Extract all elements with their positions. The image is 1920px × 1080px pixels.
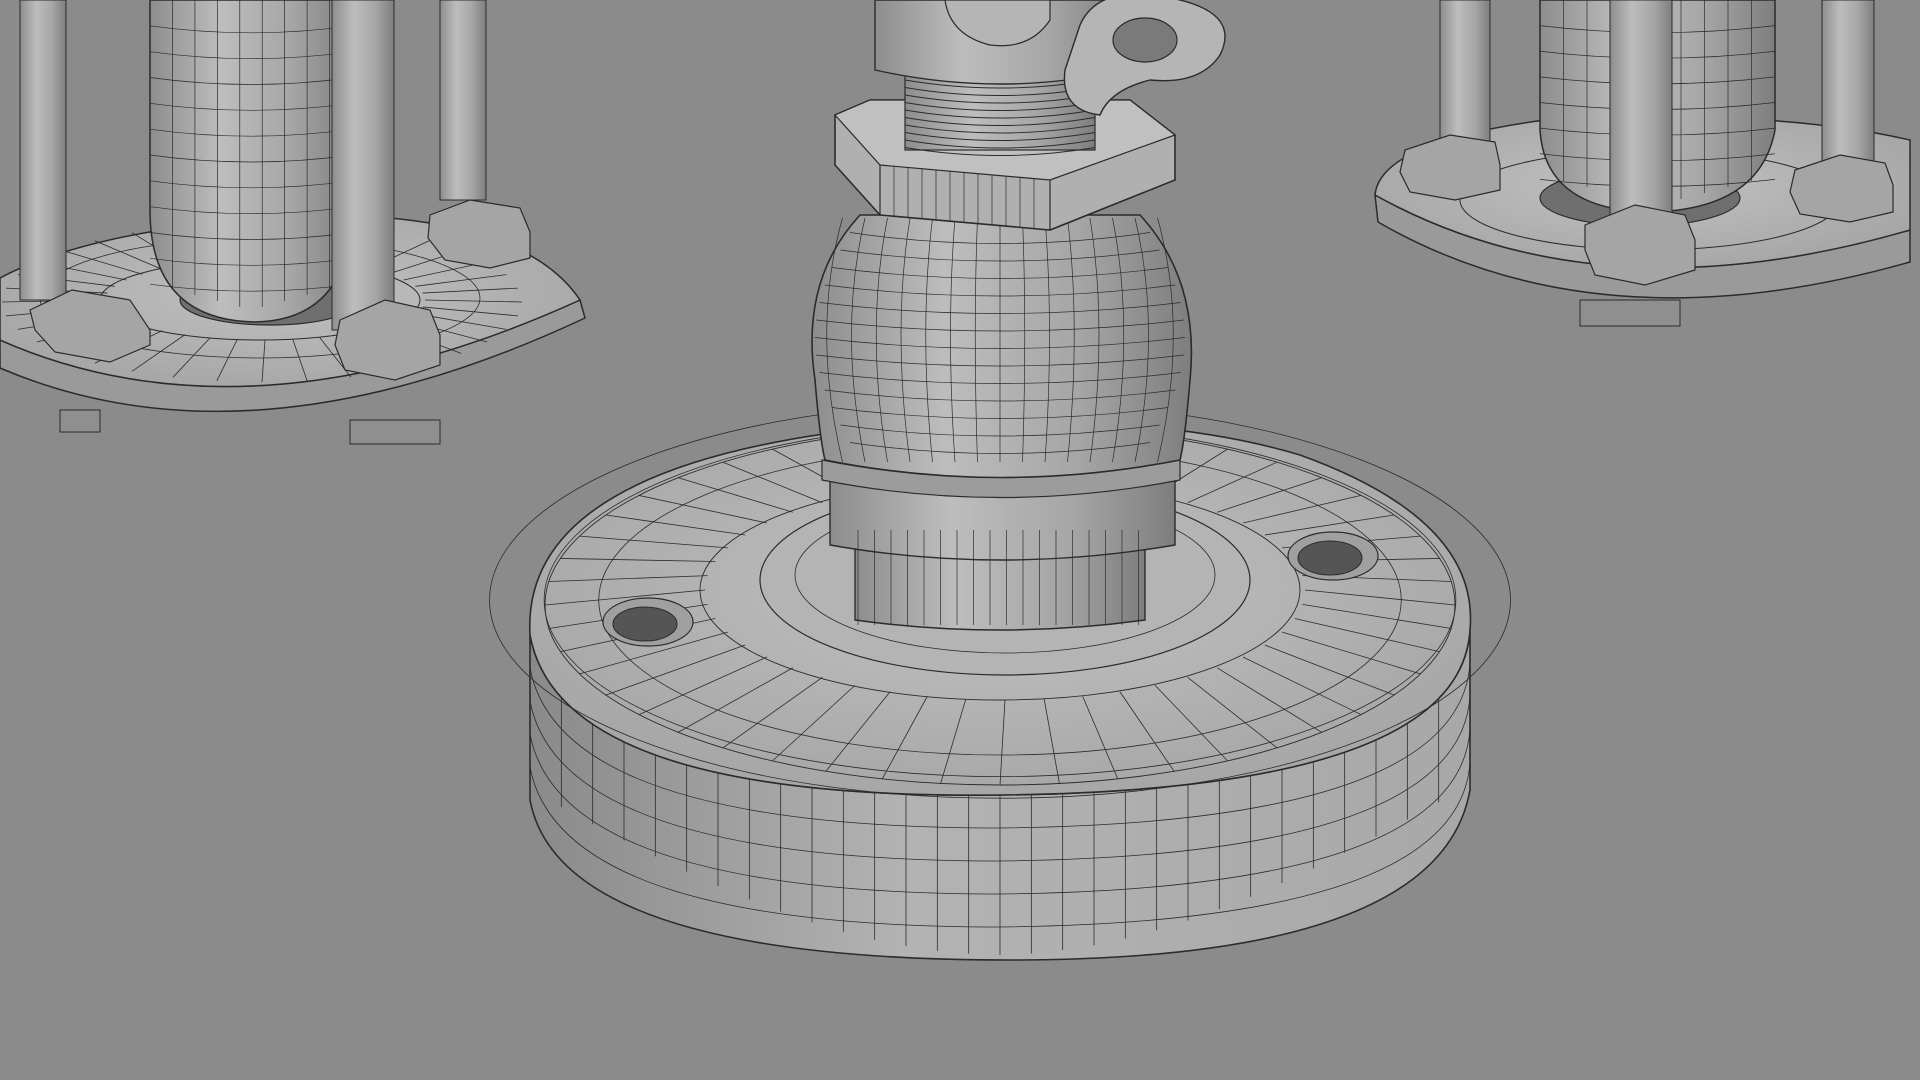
bulb-neck-center xyxy=(811,214,1193,631)
wireframe-scene xyxy=(0,0,1911,961)
bolt-hole-left xyxy=(602,597,694,647)
left-assembly xyxy=(0,0,586,445)
bolt-hole-right xyxy=(1287,531,1379,581)
viewport xyxy=(0,0,1920,1080)
right-assembly xyxy=(1374,0,1911,327)
capsule-left xyxy=(149,0,353,323)
center-assembly xyxy=(489,0,1511,961)
